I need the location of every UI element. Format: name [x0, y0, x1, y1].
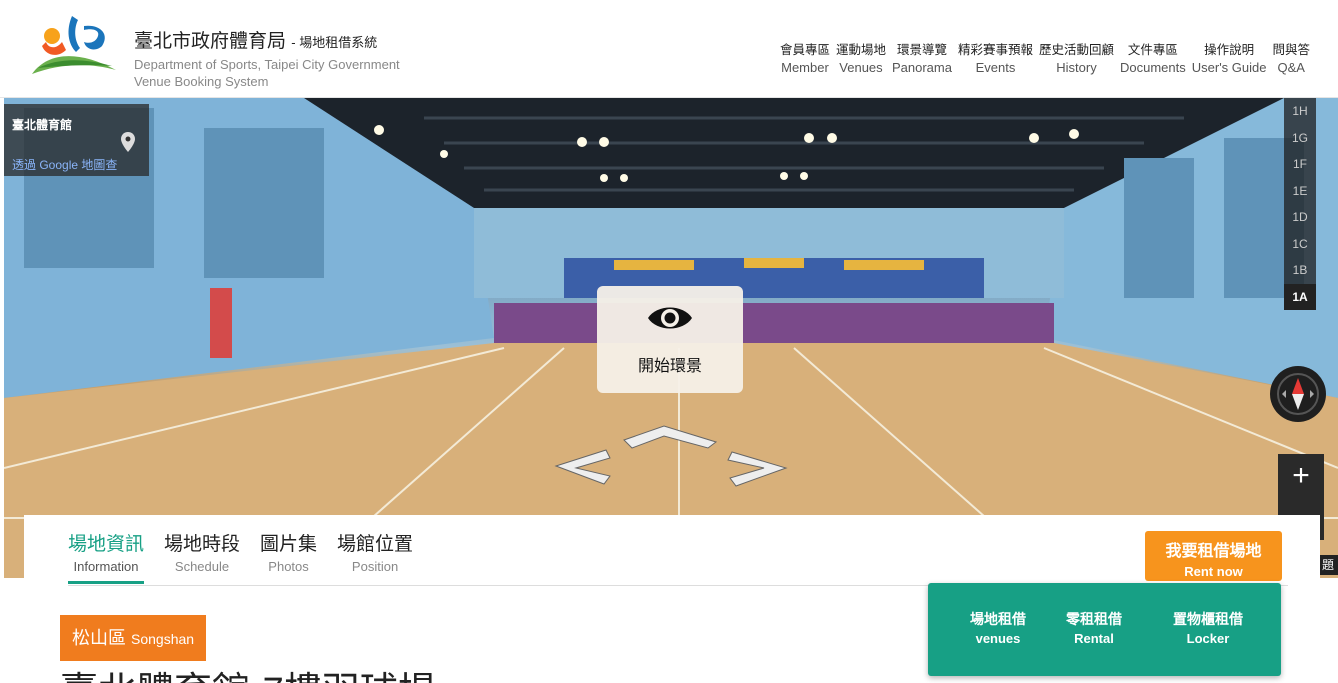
nav-events[interactable]: 精彩賽事預報 Events — [958, 41, 1033, 77]
compass-button[interactable] — [1270, 366, 1326, 422]
rent-now-label-en: Rent now — [1184, 564, 1243, 579]
tab-position[interactable]: 場館位置 Position — [337, 532, 413, 584]
panorama-viewer[interactable]: 臺北體育館 透過 Google 地圖查 1H 1G 1F 1E 1D 1C 1B… — [4, 98, 1338, 578]
nav-member[interactable]: 會員專區 Member — [780, 41, 830, 77]
site-header: 臺北市政府體育局 - 場地租借系統 Department of Sports, … — [0, 0, 1338, 98]
nav-label-zh: 環景導覽 — [896, 43, 947, 57]
district-label-zh: 松山區 — [72, 628, 126, 648]
tab-label-zh: 場館位置 — [337, 534, 414, 555]
site-title[interactable]: 臺北市政府體育局 - 場地租借系統 — [134, 26, 377, 53]
nav-label-en: Venues — [839, 60, 883, 75]
eye-icon — [648, 307, 692, 329]
zoom-in-button[interactable]: + — [1278, 454, 1324, 500]
nav-label-zh: 歷史活動回顧 — [1038, 43, 1114, 57]
rent-option-label-zh: 場地租借 — [970, 611, 1026, 627]
tab-information[interactable]: 場地資訊 Information — [68, 532, 145, 584]
floor-1d[interactable]: 1D — [1284, 204, 1316, 231]
rent-option-rental[interactable]: 零租租借 Rental — [1044, 609, 1144, 649]
rent-option-label-en: Locker — [1186, 631, 1230, 646]
nav-documents[interactable]: 文件專區 Documents — [1120, 41, 1186, 77]
start-panorama-label: 開始環景 — [637, 358, 702, 375]
nav-label-en: Panorama — [891, 60, 952, 75]
floor-1f[interactable]: 1F — [1284, 151, 1316, 178]
tab-label-en: Photos — [268, 559, 309, 574]
tab-photos[interactable]: 圖片集 Photos — [260, 532, 317, 584]
site-subtitle: Department of Sports, Taipei City Govern… — [134, 56, 400, 90]
site-title-main: 臺北市政府體育局 — [134, 31, 287, 52]
nav-label-en: Documents — [1120, 60, 1186, 75]
nav-label-en: User's Guide — [1191, 60, 1267, 75]
site-title-sub: - 場地租借系統 — [291, 35, 378, 50]
rent-option-label-zh: 置物櫃租借 — [1173, 611, 1243, 627]
nav-label-en: Member — [781, 60, 829, 75]
nav-panorama[interactable]: 環景導覽 Panorama — [892, 41, 952, 77]
nav-label-zh: 操作說明 — [1204, 43, 1255, 57]
rent-now-label-zh: 我要租借場地 — [1165, 543, 1262, 560]
nav-label-zh: 會員專區 — [779, 43, 830, 57]
nav-label-zh: 問與答 — [1272, 43, 1310, 57]
floor-selector: 1H 1G 1F 1E 1D 1C 1B 1A — [1284, 98, 1316, 310]
nav-qa[interactable]: 問與答 Q&A — [1272, 41, 1310, 77]
start-panorama-button[interactable]: 開始環景 — [597, 286, 743, 393]
tab-label-en: Schedule — [174, 559, 230, 574]
nav-venues[interactable]: 運動場地 Venues — [836, 41, 886, 77]
report-problem-link[interactable]: 題 — [1318, 555, 1338, 575]
compass-icon — [1277, 373, 1319, 415]
venue-title: 臺北體育館-7樓羽球場 — [60, 670, 436, 683]
floor-1c[interactable]: 1C — [1284, 231, 1316, 258]
site-subtitle-line1: Department of Sports, Taipei City Govern… — [134, 57, 400, 72]
district-label-en: Songshan — [131, 631, 195, 647]
rent-option-label-en: venues — [975, 631, 1021, 646]
nav-label-zh: 文件專區 — [1127, 43, 1178, 57]
floor-1h[interactable]: 1H — [1284, 98, 1316, 125]
floor-1a[interactable]: 1A — [1284, 283, 1316, 310]
floor-1b[interactable]: 1B — [1284, 257, 1316, 284]
google-maps-link[interactable]: 透過 Google 地圖查 — [12, 156, 117, 173]
tab-schedule[interactable]: 場地時段 Schedule — [164, 532, 240, 584]
tab-label-zh: 場地時段 — [164, 534, 241, 555]
floor-1g[interactable]: 1G — [1284, 125, 1316, 152]
floor-1e[interactable]: 1E — [1284, 178, 1316, 205]
nav-users-guide[interactable]: 操作說明 User's Guide — [1192, 41, 1267, 77]
rent-option-label-zh: 零租租借 — [1066, 611, 1122, 627]
place-name: 臺北體育館 — [12, 118, 73, 132]
nav-label-en: Events — [975, 60, 1016, 75]
nav-label-en: History — [1056, 60, 1097, 75]
district-badge: 松山區 Songshan — [60, 615, 207, 661]
nav-label-en: Q&A — [1277, 60, 1305, 75]
rent-option-venues[interactable]: 場地租借 venues — [948, 609, 1048, 649]
tab-label-zh: 圖片集 — [260, 534, 318, 555]
tab-label-en: Position — [351, 559, 399, 574]
venue-tabs: 場地資訊 Information 場地時段 Schedule 圖片集 Photos 場… — [68, 532, 433, 584]
main-nav: 會員專區 Member 運動場地 Venues 環景導覽 Panorama 精彩賽事預… — [780, 41, 1310, 77]
sports-department-logo[interactable] — [28, 12, 120, 88]
site-subtitle-line2: Venue Booking System — [134, 74, 269, 89]
place-card: 臺北體育館 透過 Google 地圖查 — [4, 104, 149, 176]
rent-option-label-en: Rental — [1074, 631, 1114, 646]
rent-now-button[interactable]: 我要租借場地 Rent now — [1145, 531, 1282, 581]
nav-label-zh: 精彩賽事預報 — [957, 43, 1033, 57]
tab-label-en: Information — [73, 559, 139, 574]
nav-history[interactable]: 歷史活動回顧 History — [1039, 41, 1114, 77]
tab-label-zh: 場地資訊 — [68, 534, 145, 555]
rent-options-menu: 場地租借 venues 零租租借 Rental 置物櫃租借 Locker — [928, 583, 1281, 676]
nav-label-zh: 運動場地 — [835, 43, 886, 57]
rent-option-locker[interactable]: 置物櫃租借 Locker — [1158, 609, 1258, 649]
map-pin-icon[interactable] — [121, 132, 135, 152]
